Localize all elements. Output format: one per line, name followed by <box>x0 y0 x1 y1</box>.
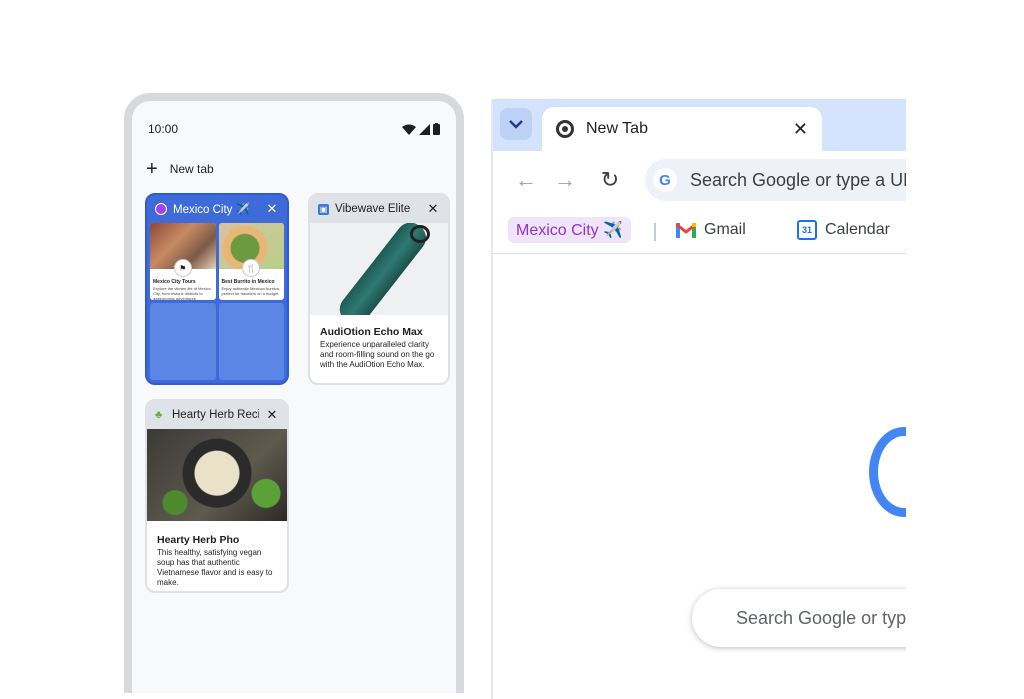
plus-icon: + <box>146 158 158 180</box>
omnibox-placeholder: Search Google or type a URL <box>690 169 906 190</box>
calendar-icon: 31 <box>797 220 817 240</box>
product-desc: Experience unparalleled clarity and room… <box>320 340 435 369</box>
group-tab-thumbnail[interactable]: 🍴 Best Burrito in Mexico Enjoy authentic… <box>218 223 284 300</box>
tab-card-text: Hearty Herb Pho This healthy, satisfying… <box>157 535 279 588</box>
bookmark-label: Gmail <box>704 221 746 238</box>
restaurant-icon: 🍴 <box>242 259 261 277</box>
recipe-favicon-icon: ♣ <box>155 408 163 421</box>
recipe-title: Hearty Herb Pho <box>157 534 240 546</box>
tab-group-title: Mexico City ✈️ <box>173 204 250 216</box>
signal-icon <box>419 123 430 135</box>
tab-card[interactable]: ♣ Hearty Herb Recipe ✕ Hearty Herb Pho T… <box>145 399 289 593</box>
bookmark-label: Calendar <box>825 221 890 238</box>
active-tab[interactable]: New Tab ✕ <box>542 107 822 151</box>
pho-image <box>147 429 287 521</box>
status-icons <box>402 123 440 135</box>
tab-card-title: Vibewave Elite <box>335 203 411 215</box>
gmail-icon <box>676 222 696 238</box>
tab-card[interactable]: ▣ Vibewave Elite ✕ AudiOtion Echo Max Ex… <box>308 193 450 385</box>
tab-group-thumbnails: ⚑ Mexico City Tours Explore the vibrant … <box>150 223 284 380</box>
forward-arrow-icon[interactable]: → <box>550 165 580 195</box>
thumbnail-desc: Enjoy authentic Mexican burritos, perfec… <box>221 286 281 296</box>
new-tab-button[interactable]: + New tab <box>146 157 214 181</box>
bookmark-calendar[interactable]: 31 Calendar <box>797 217 890 243</box>
close-icon[interactable]: ✕ <box>265 407 279 423</box>
close-icon[interactable]: ✕ <box>793 119 808 140</box>
ntp-search-placeholder: Search Google or type a URL <box>736 607 906 628</box>
chevron-down-icon <box>509 119 523 129</box>
recipe-desc: This healthy, satisfying vegan soup has … <box>157 548 273 587</box>
tab-card-header: ▣ Vibewave Elite ✕ <box>310 195 448 223</box>
bookmarks-separator <box>654 223 656 241</box>
omnibox[interactable]: G Search Google or type a URL <box>645 159 906 201</box>
speaker-image <box>310 223 448 315</box>
new-tab-label: New tab <box>169 162 214 176</box>
product-title: AudiOtion Echo Max <box>320 326 423 338</box>
bookmark-group-mexico-city[interactable]: Mexico City ✈️ <box>508 217 632 243</box>
tab-group-header: Mexico City ✈️ ✕ <box>147 195 287 223</box>
tab-search-button[interactable] <box>500 108 532 140</box>
tab-strip: New Tab ✕ <box>493 99 906 151</box>
google-logo <box>869 427 906 517</box>
close-icon[interactable]: ✕ <box>426 201 440 217</box>
reload-icon[interactable]: ↻ <box>595 165 625 195</box>
speaker-strap <box>410 225 430 243</box>
back-arrow-icon[interactable]: ← <box>511 165 541 195</box>
toolbar: ← → ↻ G Search Google or type a URL <box>493 151 906 209</box>
status-bar: 10:00 <box>148 119 440 139</box>
city-image: ⚑ <box>150 223 216 277</box>
clock: 10:00 <box>148 122 179 136</box>
tab-card-title: Hearty Herb Recipe <box>172 409 259 421</box>
ntp-search-box[interactable]: Search Google or type a URL <box>692 589 906 647</box>
food-image: 🍴 <box>218 223 284 277</box>
browser-window: New Tab ✕ ← → ↻ G Search Google or type … <box>491 99 906 699</box>
bookmark-gmail[interactable]: Gmail <box>676 217 746 243</box>
chrome-icon <box>556 120 574 138</box>
flag-icon: ⚑ <box>173 259 192 277</box>
empty-slot <box>218 303 284 380</box>
tab-card-text: AudiOtion Echo Max Experience unparallel… <box>320 327 440 370</box>
group-tab-thumbnail[interactable]: ⚑ Mexico City Tours Explore the vibrant … <box>150 223 216 300</box>
empty-slot <box>150 303 216 380</box>
bookmarks-bar: Mexico City ✈️ Gmail 31 Calendar <box>493 209 906 254</box>
bookmark-label: Mexico City ✈️ <box>516 222 624 239</box>
wifi-icon <box>402 124 416 135</box>
google-icon: G <box>653 168 677 192</box>
phone-frame: 10:00 + New tab Mexico City ✈️ ✕ ⚑ Mexic… <box>124 93 464 693</box>
close-icon[interactable]: ✕ <box>265 201 279 217</box>
tab-title: New Tab <box>586 120 648 137</box>
tab-group-card[interactable]: Mexico City ✈️ ✕ ⚑ Mexico City Tours Exp… <box>145 193 289 385</box>
site-favicon-icon: ▣ <box>318 203 329 215</box>
group-color-icon <box>155 203 167 215</box>
thumbnail-desc: Explore the vibrant life of Mexico City,… <box>153 286 211 300</box>
tab-card-header: ♣ Hearty Herb Recipe ✕ <box>147 401 287 429</box>
battery-icon <box>433 123 440 135</box>
